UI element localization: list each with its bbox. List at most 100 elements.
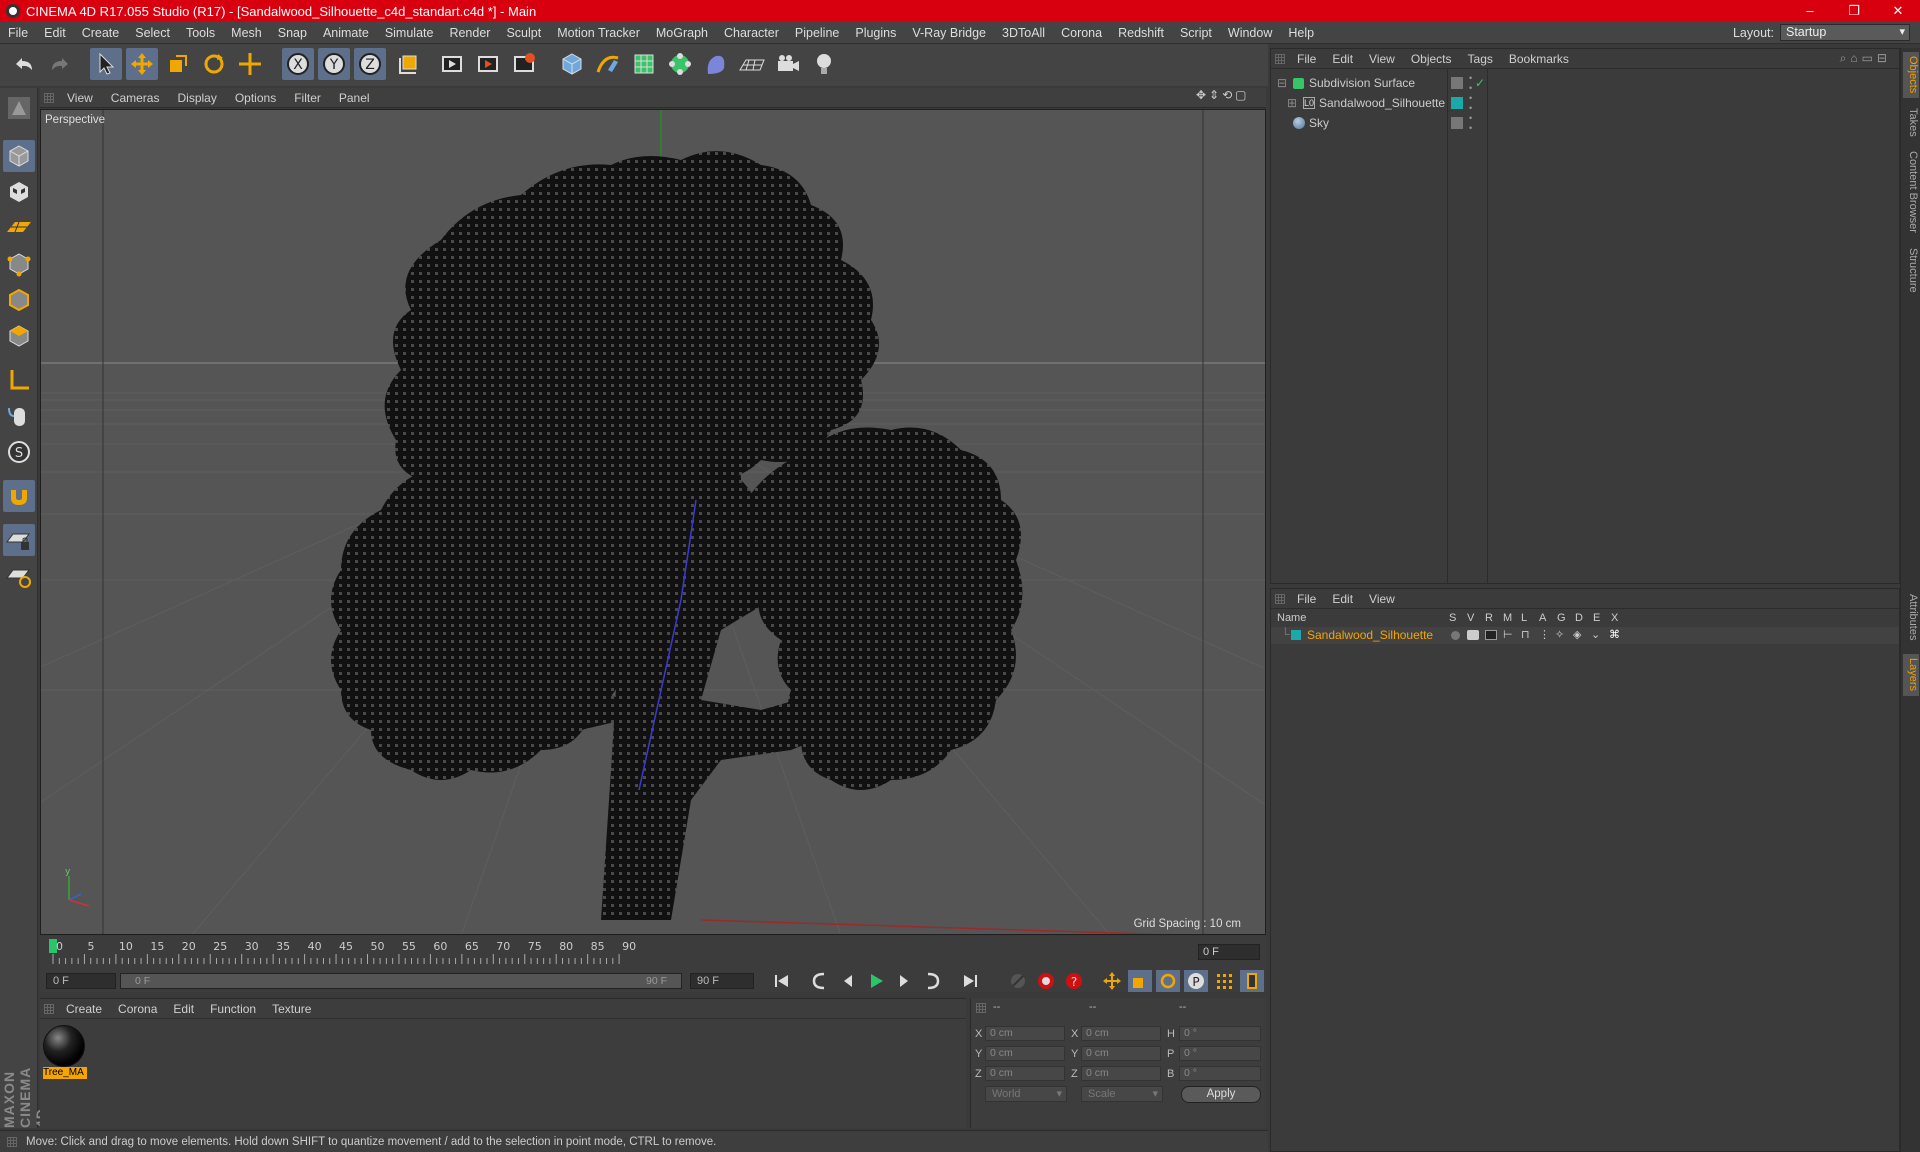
layer-menu-file[interactable]: File <box>1289 592 1324 606</box>
viewport-menu-panel[interactable]: Panel <box>330 91 379 105</box>
rotation-h-field[interactable]: 0 ° <box>1179 1026 1261 1041</box>
go-to-end-button[interactable] <box>958 970 982 992</box>
x-axis-lock-button[interactable]: X <box>282 48 314 80</box>
generator-icon[interactable]: ✧ <box>1555 628 1564 641</box>
layer-color-icon[interactable] <box>1291 630 1301 640</box>
solo-toggle-icon[interactable] <box>1451 631 1460 640</box>
frame-range-slider[interactable]: 0 F 90 F <box>120 973 682 989</box>
tab-objects[interactable]: Objects <box>1903 52 1919 98</box>
z-axis-lock-button[interactable]: Z <box>354 48 386 80</box>
menu-3dtoall[interactable]: 3DToAll <box>994 22 1053 44</box>
grip-icon[interactable] <box>1275 593 1285 604</box>
grip-icon[interactable] <box>1275 53 1285 64</box>
recent-tools-button[interactable] <box>234 48 266 80</box>
material-menu-create[interactable]: Create <box>58 1002 110 1016</box>
object-menu-tags[interactable]: Tags <box>1460 52 1501 66</box>
snap-button[interactable]: S <box>3 436 35 468</box>
next-key-button[interactable] <box>920 970 944 992</box>
menu-render[interactable]: Render <box>441 22 498 44</box>
viewport-nav-icons[interactable]: ✥⇕⟲▢ <box>1196 88 1250 102</box>
deformer-icon[interactable]: ◈ <box>1573 628 1581 641</box>
menu-sculpt[interactable]: Sculpt <box>498 22 549 44</box>
rotate-tool-button[interactable] <box>198 48 230 80</box>
menu-simulate[interactable]: Simulate <box>377 22 442 44</box>
render-view-button[interactable] <box>436 48 468 80</box>
autokey-button[interactable]: ? <box>1062 970 1086 992</box>
workplane-mode-button[interactable] <box>3 212 35 244</box>
layer-menu-edit[interactable]: Edit <box>1324 592 1361 606</box>
layer-color-icon[interactable] <box>1451 97 1463 109</box>
spline-pen-button[interactable] <box>592 48 624 80</box>
magnet-button[interactable] <box>3 480 35 512</box>
menu-animate[interactable]: Animate <box>315 22 377 44</box>
move-tool-button[interactable] <box>126 48 158 80</box>
object-row-sky[interactable]: Sky • • <box>1271 113 1899 133</box>
texture-mode-button[interactable] <box>3 176 35 208</box>
play-button[interactable] <box>864 970 888 992</box>
next-frame-button[interactable] <box>892 970 916 992</box>
keyframe-selection-button[interactable] <box>1006 970 1030 992</box>
object-menu-view[interactable]: View <box>1361 52 1403 66</box>
key-scale-button[interactable] <box>1128 970 1152 992</box>
edges-mode-button[interactable] <box>3 284 35 316</box>
position-y-field[interactable]: 0 cm <box>985 1046 1065 1061</box>
menu-redshift[interactable]: Redshift <box>1110 22 1172 44</box>
floor-button[interactable] <box>736 48 768 80</box>
grip-icon[interactable] <box>44 1003 54 1014</box>
menu-corona[interactable]: Corona <box>1053 22 1110 44</box>
camera-button[interactable] <box>772 48 804 80</box>
material-menu-texture[interactable]: Texture <box>264 1002 319 1016</box>
end-frame-field[interactable]: 90 F <box>690 973 754 989</box>
polygons-mode-button[interactable] <box>3 320 35 352</box>
lock-icon[interactable]: ⊓ <box>1521 628 1530 641</box>
model-mode-button[interactable] <box>3 140 35 172</box>
previous-frame-button[interactable] <box>836 970 860 992</box>
menu-file[interactable]: File <box>0 22 36 44</box>
xref-icon[interactable]: ⌘ <box>1609 628 1620 641</box>
deformer-button[interactable] <box>700 48 732 80</box>
material-menu-edit[interactable]: Edit <box>165 1002 202 1016</box>
live-selection-button[interactable] <box>90 48 122 80</box>
tab-layers[interactable]: Layers <box>1903 654 1919 696</box>
menu-character[interactable]: Character <box>716 22 787 44</box>
menu-vray-bridge[interactable]: V-Ray Bridge <box>904 22 994 44</box>
render-icon[interactable] <box>1485 630 1497 640</box>
key-rotation-button[interactable] <box>1156 970 1180 992</box>
start-frame-field[interactable]: 0 F <box>46 973 116 989</box>
menu-create[interactable]: Create <box>74 22 128 44</box>
menu-edit[interactable]: Edit <box>36 22 74 44</box>
layer-menu-view[interactable]: View <box>1361 592 1403 606</box>
size-y-field[interactable]: 0 cm <box>1081 1046 1161 1061</box>
apply-button[interactable]: Apply <box>1181 1086 1261 1103</box>
redo-button[interactable] <box>44 48 76 80</box>
menu-plugins[interactable]: Plugins <box>847 22 904 44</box>
previous-key-button[interactable] <box>808 970 832 992</box>
object-menu-file[interactable]: File <box>1289 52 1324 66</box>
timeline[interactable]: 0 5 10 15 20 25 30 35 40 45 50 55 60 65 70 75 80 85 90 0 F <box>40 936 1266 970</box>
render-settings-button[interactable] <box>508 48 540 80</box>
layout-dropdown[interactable]: Startup <box>1780 24 1910 41</box>
viewport-menu-view[interactable]: View <box>58 91 102 105</box>
viewport-camera-label[interactable]: Perspective <box>45 114 105 126</box>
viewport-menu-cameras[interactable]: Cameras <box>102 91 169 105</box>
layer-row[interactable]: └ Sandalwood_Silhouette ⊢ ⊓ ⋮ ✧ ◈ ⌄ ⌘ <box>1271 627 1899 644</box>
menu-help[interactable]: Help <box>1280 22 1322 44</box>
viewport-menu-display[interactable]: Display <box>168 91 225 105</box>
timeline-ruler[interactable]: 0 5 10 15 20 25 30 35 40 45 50 55 60 65 70 75 80 85 90 <box>40 936 1266 970</box>
size-z-field[interactable]: 0 cm <box>1081 1066 1161 1081</box>
record-button[interactable] <box>1034 970 1058 992</box>
object-menu-bookmarks[interactable]: Bookmarks <box>1501 52 1577 66</box>
menu-window[interactable]: Window <box>1220 22 1280 44</box>
lock-workplane-button[interactable] <box>3 524 35 556</box>
tweak-mode-button[interactable] <box>3 400 35 432</box>
viewport-menu-filter[interactable]: Filter <box>285 91 330 105</box>
axis-mode-button[interactable] <box>3 364 35 396</box>
tab-structure[interactable]: Structure <box>1903 244 1919 296</box>
position-z-field[interactable]: 0 cm <box>985 1066 1065 1081</box>
menu-motion-tracker[interactable]: Motion Tracker <box>549 22 648 44</box>
tab-content-browser[interactable]: Content Browser <box>1903 148 1919 236</box>
eye-icon[interactable] <box>1467 630 1479 640</box>
subdivision-surface-button[interactable] <box>628 48 660 80</box>
expression-icon[interactable]: ⌄ <box>1591 628 1600 641</box>
position-x-field[interactable]: 0 cm <box>985 1026 1065 1041</box>
